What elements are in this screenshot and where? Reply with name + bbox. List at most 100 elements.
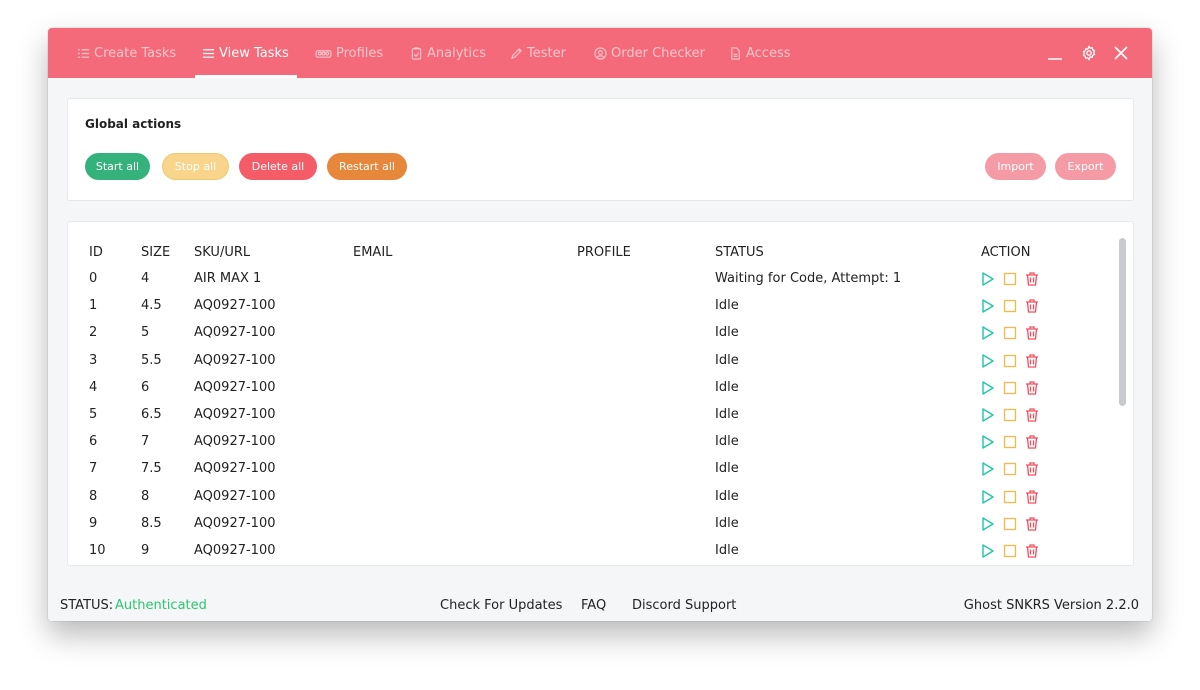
cell-id: 1 [89,298,98,314]
stop-icon[interactable] [1002,325,1018,341]
table-row: 0 4 AIR MAX 1 Waiting for Code, Attempt: 1 [68,271,1108,298]
stop-icon[interactable] [1002,298,1018,314]
scrollbar[interactable] [1119,238,1126,406]
user-circle-icon [593,46,607,60]
cell-id: 5 [89,407,98,422]
stop-icon[interactable] [1002,407,1018,423]
pencil-icon [509,46,523,60]
cell-status: Idle [715,461,739,477]
table-row: 5 6.5 AQ0927-100 Idle [68,407,1108,434]
cell-id: 9 [89,515,98,531]
play-icon[interactable] [980,353,996,369]
trash-icon[interactable] [1024,271,1040,287]
tab-create-tasks[interactable]: Create Tasks [76,28,176,78]
cell-id: 8 [89,488,98,504]
trash-icon[interactable] [1024,543,1040,559]
cell-sku: AQ0927-100 [194,434,276,450]
cell-status: Idle [715,488,739,504]
tab-label: Tester [527,45,566,61]
stop-icon[interactable] [1002,543,1018,559]
cell-size: 6 [141,379,150,395]
minimize-button[interactable] [1044,42,1066,64]
table-row: 8 8 AQ0927-100 Idle [68,489,1108,516]
users-icon [314,46,332,60]
stop-icon[interactable] [1002,516,1018,532]
cell-status: Idle [715,515,739,531]
tab-tester[interactable]: Tester [509,28,566,78]
trash-icon[interactable] [1024,325,1040,341]
gear-icon [1082,45,1096,61]
restart-all-button[interactable]: Restart all [327,153,407,180]
stop-all-button[interactable]: Stop all [162,153,229,180]
table-row: 4 6 AQ0927-100 Idle [68,380,1108,407]
settings-button[interactable] [1078,42,1100,64]
import-button[interactable]: Import [985,153,1046,180]
cell-sku: AQ0927-100 [194,515,276,531]
tab-access[interactable]: Access [728,28,791,78]
trash-icon[interactable] [1024,380,1040,396]
play-icon[interactable] [980,298,996,314]
status-label: STATUS: [60,598,114,613]
menu-icon [201,46,215,60]
top-nav: Create Tasks View Tasks Profiles Analyti… [48,28,1152,78]
tab-label: Create Tasks [94,45,177,61]
play-icon[interactable] [980,380,996,396]
discord-support-link[interactable]: Discord Support [632,598,736,613]
app-window: Create Tasks View Tasks Profiles Analyti… [48,28,1152,621]
tab-label: Order Checker [611,45,705,61]
play-icon[interactable] [980,434,996,450]
tab-label: Access [746,45,791,61]
play-icon[interactable] [980,489,996,505]
col-header-profile: PROFILE [577,245,631,260]
trash-icon[interactable] [1024,353,1040,369]
stop-icon[interactable] [1002,489,1018,505]
play-icon[interactable] [980,516,996,532]
cell-size: 8.5 [141,515,162,531]
close-button[interactable] [1110,42,1132,64]
play-icon[interactable] [980,461,996,477]
trash-icon[interactable] [1024,407,1040,423]
tab-analytics[interactable]: Analytics [409,28,486,78]
cell-size: 5.5 [141,352,162,368]
export-button[interactable]: Export [1055,153,1116,180]
table-row: 10 9 AQ0927-100 Idle [68,543,1108,565]
delete-all-button[interactable]: Delete all [239,153,317,180]
start-all-button[interactable]: Start all [85,153,150,180]
cell-sku: AQ0927-100 [194,407,276,422]
faq-link[interactable]: FAQ [581,598,606,613]
tab-order-checker[interactable]: Order Checker [593,28,705,78]
stop-icon[interactable] [1002,271,1018,287]
trash-icon[interactable] [1024,461,1040,477]
stop-icon[interactable] [1002,461,1018,477]
status-bar: STATUS: Authenticated Check For Updates … [48,588,1152,621]
cell-size: 8 [141,488,150,504]
cell-status: Idle [715,352,739,368]
cell-sku: AQ0927-100 [194,325,276,341]
play-icon[interactable] [980,325,996,341]
cell-size: 6.5 [141,407,162,422]
col-header-id: ID [89,245,103,260]
tab-profiles[interactable]: Profiles [314,28,383,78]
trash-icon[interactable] [1024,516,1040,532]
tab-label: Profiles [336,45,384,61]
global-actions-panel: Global actions Start all Stop all Delete… [67,98,1134,201]
tab-view-tasks[interactable]: View Tasks [195,28,297,78]
stop-icon[interactable] [1002,380,1018,396]
cell-id: 2 [89,325,98,341]
stop-icon[interactable] [1002,434,1018,450]
play-icon[interactable] [980,407,996,423]
play-icon[interactable] [980,543,996,559]
trash-icon[interactable] [1024,434,1040,450]
cell-size: 7.5 [141,461,162,477]
cell-size: 5 [141,325,150,341]
trash-icon[interactable] [1024,298,1040,314]
stop-icon[interactable] [1002,353,1018,369]
cell-status: Idle [715,434,739,450]
table-row: 9 8.5 AQ0927-100 Idle [68,516,1108,543]
close-icon [1114,46,1128,60]
cell-status: Idle [715,407,739,422]
check-updates-link[interactable]: Check For Updates [440,598,562,613]
play-icon[interactable] [980,271,996,287]
trash-icon[interactable] [1024,489,1040,505]
col-header-sku: SKU/URL [194,245,251,260]
